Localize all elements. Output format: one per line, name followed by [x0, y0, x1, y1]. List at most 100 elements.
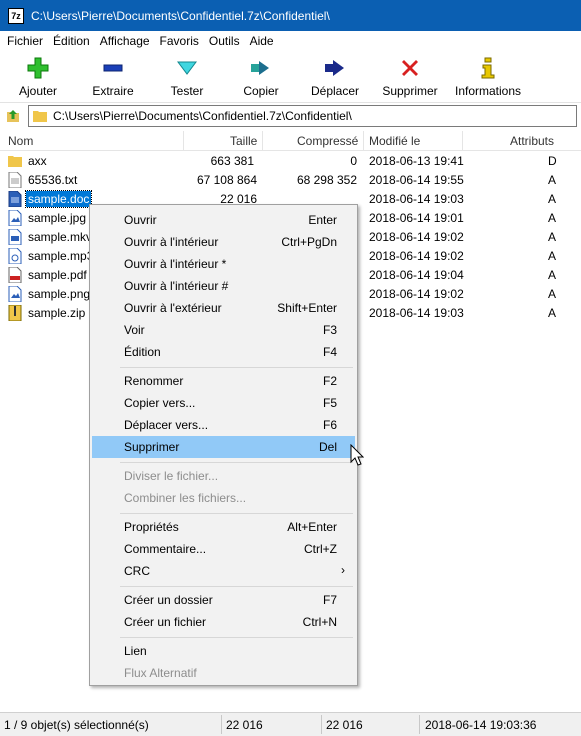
file-modified: 2018-06-14 19:03 [369, 306, 464, 320]
menu-label: Créer un fichier [124, 615, 207, 629]
menu-separator [120, 586, 353, 587]
menu-label: Ouvrir à l'intérieur [124, 235, 219, 249]
col-separator[interactable] [363, 131, 364, 151]
delete-x-icon [402, 60, 418, 76]
toolbar: Ajouter Extraire Tester Copier Déplacer … [0, 51, 581, 103]
7zip-app-icon[interactable]: 7z [8, 7, 24, 24]
menu-create-folder[interactable]: Créer un dossier F7 [92, 589, 355, 611]
menu-shortcut: Shift+Enter [277, 301, 337, 315]
menu-properties[interactable]: Propriétés Alt+Enter [92, 516, 355, 538]
context-menu: Ouvrir Enter Ouvrir à l'intérieur Ctrl+P… [89, 204, 358, 686]
file-row[interactable]: 65536.txt 67 108 864 68 298 352 2018-06-… [0, 171, 581, 190]
col-name[interactable]: Nom [8, 134, 33, 148]
menu-separator [120, 637, 353, 638]
file-attr: A [548, 306, 557, 320]
test-label: Tester [170, 84, 204, 98]
menu-label: Renommer [124, 374, 184, 388]
menu-edition[interactable]: Édition [48, 34, 95, 48]
menu-favoris[interactable]: Favoris [155, 34, 204, 48]
up-folder-button[interactable] [3, 106, 23, 126]
menu-comment[interactable]: Commentaire... Ctrl+Z [92, 538, 355, 560]
file-attr: A [548, 230, 557, 244]
menu-rename[interactable]: Renommer F2 [92, 370, 355, 392]
menu-bar: Fichier Édition Affichage Favoris Outils… [0, 31, 581, 51]
status-selection: 1 / 9 objet(s) sélectionné(s) [4, 718, 149, 732]
zip-archive-icon [8, 305, 22, 321]
menu-separator [120, 513, 353, 514]
menu-label: Combiner les fichiers... [124, 491, 247, 505]
file-modified: 2018-06-14 19:02 [369, 287, 464, 301]
menu-copy-to[interactable]: Copier vers... F5 [92, 392, 355, 414]
add-button[interactable]: Ajouter [0, 51, 76, 102]
menu-delete[interactable]: Supprimer Del [92, 436, 355, 458]
menu-outils[interactable]: Outils [204, 34, 245, 48]
file-row[interactable]: axx 663 381 0 2018-06-13 19:41 D [0, 152, 581, 171]
file-modified: 2018-06-14 19:02 [369, 230, 464, 244]
menu-shortcut: Ctrl+Z [304, 542, 337, 556]
file-size: 663 381 [210, 154, 254, 168]
word-document-icon [8, 191, 22, 207]
menu-link[interactable]: Lien [92, 640, 355, 662]
col-separator[interactable] [462, 131, 463, 151]
pdf-file-icon [8, 267, 22, 283]
image-file-icon [8, 210, 22, 226]
menu-fichier[interactable]: Fichier [2, 34, 48, 48]
menu-label: Déplacer vers... [124, 418, 209, 432]
menu-label: Supprimer [124, 440, 180, 454]
menu-split-file[interactable]: Diviser le fichier... [92, 465, 355, 487]
menu-affichage[interactable]: Affichage [95, 34, 155, 48]
file-name: sample.jpg [28, 211, 87, 225]
menu-open-inside-star[interactable]: Ouvrir à l'intérieur * [92, 253, 355, 275]
menu-crc[interactable]: CRC › [92, 560, 355, 582]
delete-label: Supprimer [382, 84, 438, 98]
menu-open[interactable]: Ouvrir Enter [92, 209, 355, 231]
menu-label: Flux Alternatif [124, 666, 197, 680]
col-size[interactable]: Taille [230, 134, 257, 148]
menu-combine-files[interactable]: Combiner les fichiers... [92, 487, 355, 509]
extract-label: Extraire [92, 84, 134, 98]
test-button[interactable]: Tester [150, 51, 224, 102]
copy-label: Copier [243, 84, 279, 98]
col-packed[interactable]: Compressé [297, 134, 358, 148]
menu-label: Ouvrir à l'intérieur * [124, 257, 227, 271]
menu-open-outside[interactable]: Ouvrir à l'extérieur Shift+Enter [92, 297, 355, 319]
col-modified[interactable]: Modifié le [369, 134, 420, 148]
menu-view[interactable]: Voir F3 [92, 319, 355, 341]
menu-label: Édition [124, 345, 161, 359]
file-name: axx [28, 154, 47, 168]
status-separator [221, 715, 222, 734]
file-name: sample.pdf [28, 268, 87, 282]
menu-create-file[interactable]: Créer un fichier Ctrl+N [92, 611, 355, 633]
delete-button[interactable]: Supprimer [372, 51, 448, 102]
list-header: Nom Taille Compressé Modifié le Attribut… [0, 131, 581, 151]
file-name: sample.mkv [28, 230, 93, 244]
file-attr: D [548, 154, 557, 168]
audio-file-icon [8, 248, 22, 264]
menu-shortcut: Ctrl+N [302, 615, 337, 629]
move-button[interactable]: Déplacer [298, 51, 372, 102]
mouse-cursor-icon [350, 444, 364, 466]
col-attributes[interactable]: Attributs [510, 134, 554, 148]
menu-alternate-streams[interactable]: Flux Alternatif [92, 662, 355, 684]
menu-open-inside-hash[interactable]: Ouvrir à l'intérieur # [92, 275, 355, 297]
copy-arrow-icon [251, 61, 269, 75]
menu-aide[interactable]: Aide [245, 34, 279, 48]
menu-edit[interactable]: Édition F4 [92, 341, 355, 363]
menu-open-inside[interactable]: Ouvrir à l'intérieur Ctrl+PgDn [92, 231, 355, 253]
window-title: C:\Users\Pierre\Documents\Confidentiel.7… [31, 8, 330, 23]
folder-icon [8, 156, 22, 167]
menu-label: CRC [124, 564, 150, 578]
address-input[interactable]: C:\Users\Pierre\Documents\Confidentiel.7… [28, 105, 577, 127]
plus-icon [27, 57, 49, 79]
text-file-icon [8, 172, 22, 188]
extract-button[interactable]: Extraire [76, 51, 150, 102]
menu-separator [120, 462, 353, 463]
info-button[interactable]: Informations [448, 51, 528, 102]
col-separator[interactable] [183, 131, 184, 151]
menu-move-to[interactable]: Déplacer vers... F6 [92, 414, 355, 436]
file-attr: A [548, 249, 557, 263]
copy-button[interactable]: Copier [224, 51, 298, 102]
file-name: sample.doc [24, 190, 93, 208]
file-name: sample.png [28, 287, 91, 301]
col-separator[interactable] [262, 131, 263, 151]
